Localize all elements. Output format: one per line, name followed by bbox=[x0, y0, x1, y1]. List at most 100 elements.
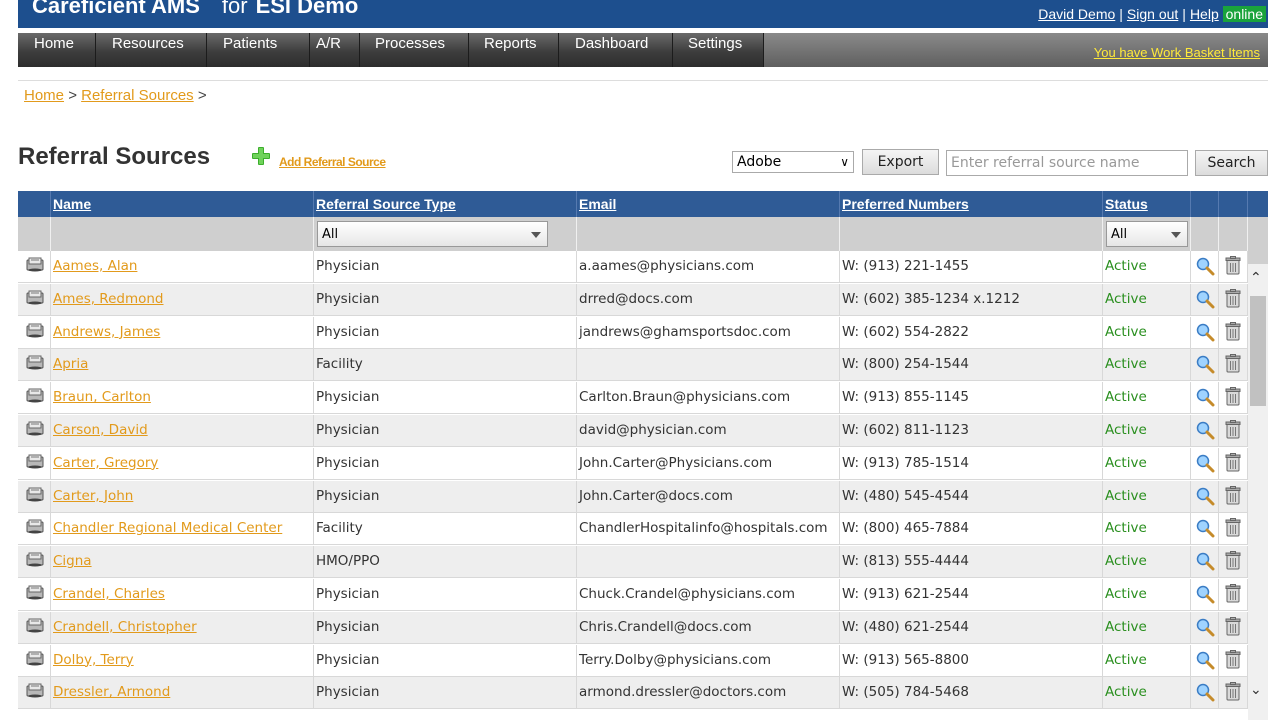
scroll-up-icon[interactable]: ⌃ bbox=[1250, 270, 1262, 286]
referral-source-name-link[interactable]: Cigna bbox=[53, 553, 92, 569]
trash-icon[interactable] bbox=[1224, 649, 1242, 670]
rolodex-card-icon[interactable] bbox=[25, 387, 45, 403]
referral-source-name-link[interactable]: Dolby, Terry bbox=[53, 652, 134, 668]
email-cell: John.Carter@Physicians.com bbox=[577, 447, 840, 480]
rolodex-card-icon[interactable] bbox=[25, 420, 45, 436]
nav-item-processes[interactable]: Processes bbox=[359, 33, 469, 67]
nav-item-patients[interactable]: Patients bbox=[207, 33, 310, 67]
trash-icon[interactable] bbox=[1224, 551, 1242, 571]
delete-cell bbox=[1219, 251, 1248, 283]
nav-item-settings[interactable]: Settings bbox=[672, 33, 764, 67]
nav-item-home[interactable]: Home bbox=[18, 33, 96, 67]
magnifier-icon[interactable] bbox=[1195, 551, 1215, 571]
divider bbox=[18, 80, 1268, 81]
magnifier-icon[interactable] bbox=[1195, 617, 1215, 637]
delete-cell bbox=[1219, 611, 1248, 644]
nav-item-resources[interactable]: Resources bbox=[96, 33, 207, 67]
rolodex-card-icon[interactable] bbox=[25, 354, 45, 370]
magnifier-icon[interactable] bbox=[1195, 518, 1215, 538]
column-header-type[interactable]: Referral Source Type bbox=[314, 191, 577, 217]
trash-icon[interactable] bbox=[1224, 420, 1242, 440]
magnifier-icon[interactable] bbox=[1195, 354, 1215, 374]
breadcrumb-referral-sources-link[interactable]: Referral Sources bbox=[81, 87, 194, 104]
scroll-down-icon[interactable]: ⌄ bbox=[1250, 682, 1262, 698]
referral-source-name-link[interactable]: Braun, Carlton bbox=[53, 389, 151, 405]
delete-cell bbox=[1219, 579, 1248, 611]
chevron-down-icon: ∨ bbox=[840, 155, 849, 169]
rolodex-card-icon[interactable] bbox=[25, 551, 45, 567]
rolodex-card-icon[interactable] bbox=[25, 453, 45, 469]
rolodex-card-icon[interactable] bbox=[25, 289, 45, 305]
search-input[interactable] bbox=[946, 150, 1188, 176]
magnifier-icon[interactable] bbox=[1195, 453, 1215, 473]
trash-icon[interactable] bbox=[1224, 485, 1242, 506]
nav-item-reports[interactable]: Reports bbox=[468, 33, 559, 67]
referral-source-name-link[interactable]: Crandell, Christopher bbox=[53, 619, 197, 635]
rolodex-card-icon[interactable] bbox=[25, 518, 45, 534]
trash-icon[interactable] bbox=[1224, 256, 1242, 276]
referral-source-name-link[interactable]: Dressler, Armond bbox=[53, 684, 170, 700]
trash-icon[interactable] bbox=[1224, 387, 1242, 407]
rolodex-card-icon[interactable] bbox=[25, 256, 45, 272]
scrollbar-thumb[interactable] bbox=[1250, 296, 1266, 406]
rolodex-card-icon[interactable] bbox=[25, 617, 45, 633]
column-header-email[interactable]: Email bbox=[577, 191, 840, 217]
type-filter-select[interactable]: All bbox=[317, 221, 548, 247]
card-icon-cell bbox=[18, 283, 51, 316]
rolodex-card-icon[interactable] bbox=[25, 486, 45, 502]
add-plus-icon[interactable] bbox=[251, 146, 271, 166]
trash-icon[interactable] bbox=[1224, 288, 1242, 309]
view-cell bbox=[1191, 349, 1219, 382]
trash-icon[interactable] bbox=[1224, 682, 1242, 702]
referral-source-name-link[interactable]: Ames, Redmond bbox=[53, 291, 164, 307]
referral-source-name-link[interactable]: Chandler Regional Medical Center bbox=[53, 520, 282, 536]
trash-icon[interactable] bbox=[1224, 584, 1242, 604]
export-button[interactable]: Export bbox=[862, 149, 939, 175]
magnifier-icon[interactable] bbox=[1195, 682, 1215, 702]
status-filter-select[interactable]: All bbox=[1106, 221, 1188, 247]
trash-icon[interactable] bbox=[1224, 321, 1242, 342]
referral-source-name-link[interactable]: Crandel, Charles bbox=[53, 586, 165, 602]
breadcrumb-home-link[interactable]: Home bbox=[24, 87, 64, 104]
magnifier-icon[interactable] bbox=[1195, 322, 1215, 342]
column-header-status[interactable]: Status bbox=[1103, 191, 1191, 217]
magnifier-icon[interactable] bbox=[1195, 256, 1215, 276]
referral-source-name-link[interactable]: Carson, David bbox=[53, 422, 148, 438]
referral-source-name-link[interactable]: Carter, Gregory bbox=[53, 455, 158, 471]
nav-filler: You have Work Basket Items bbox=[764, 33, 1268, 67]
trash-icon[interactable] bbox=[1224, 354, 1242, 374]
referral-source-name-link[interactable]: Carter, John bbox=[53, 488, 133, 504]
view-cell bbox=[1191, 579, 1219, 611]
table-row: Aames, Alan Physician a.aames@physicians.c… bbox=[18, 251, 1248, 283]
magnifier-icon[interactable] bbox=[1195, 289, 1215, 309]
add-referral-source-link[interactable]: Add Referral Source bbox=[279, 155, 386, 169]
referral-source-name-link[interactable]: Aames, Alan bbox=[53, 258, 137, 274]
view-cell bbox=[1191, 251, 1219, 283]
sign-out-link[interactable]: Sign out bbox=[1127, 6, 1178, 22]
work-basket-link[interactable]: You have Work Basket Items bbox=[1094, 45, 1260, 60]
help-link[interactable]: Help bbox=[1190, 6, 1219, 22]
delete-cell bbox=[1219, 447, 1248, 480]
rolodex-card-icon[interactable] bbox=[25, 322, 45, 338]
magnifier-icon[interactable] bbox=[1195, 650, 1215, 670]
rolodex-card-icon[interactable] bbox=[25, 682, 45, 698]
rolodex-card-icon[interactable] bbox=[25, 650, 45, 666]
column-header-phone[interactable]: Preferred Numbers bbox=[840, 191, 1103, 217]
trash-icon[interactable] bbox=[1224, 616, 1242, 637]
referral-source-name-link[interactable]: Andrews, James bbox=[53, 324, 160, 340]
magnifier-icon[interactable] bbox=[1195, 387, 1215, 407]
column-header-name[interactable]: Name bbox=[51, 191, 314, 217]
magnifier-icon[interactable] bbox=[1195, 486, 1215, 506]
search-button[interactable]: Search bbox=[1195, 150, 1268, 176]
magnifier-icon[interactable] bbox=[1195, 584, 1215, 604]
magnifier-icon[interactable] bbox=[1195, 420, 1215, 440]
referral-source-name-link[interactable]: Apria bbox=[53, 356, 88, 372]
nav-item-ar[interactable]: A/R bbox=[300, 33, 360, 67]
trash-icon[interactable] bbox=[1224, 452, 1242, 473]
rolodex-card-icon[interactable] bbox=[25, 584, 45, 600]
table-row: Crandell, Christopher Physician Chris.Cran… bbox=[18, 611, 1248, 644]
user-name-link[interactable]: David Demo bbox=[1038, 6, 1115, 22]
nav-item-dashboard[interactable]: Dashboard bbox=[559, 33, 673, 67]
export-format-select[interactable]: Adobe ∨ bbox=[732, 151, 854, 173]
trash-icon[interactable] bbox=[1224, 518, 1242, 538]
